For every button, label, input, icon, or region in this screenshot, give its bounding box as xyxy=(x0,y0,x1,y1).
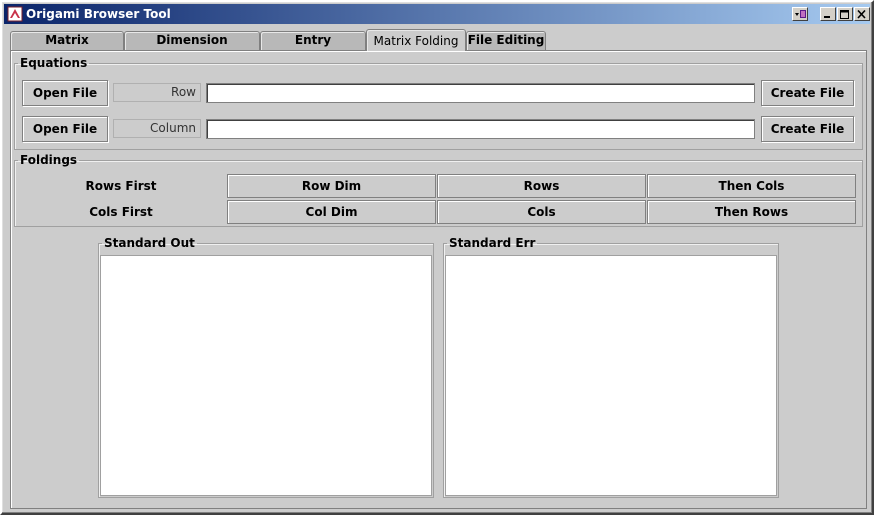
tab-matrix-folding[interactable]: Matrix Folding xyxy=(366,29,466,51)
window-title: Origami Browser Tool xyxy=(26,7,171,21)
standard-out-legend: Standard Out xyxy=(104,236,195,250)
create-row-file-button[interactable]: Create File xyxy=(761,80,854,106)
row-equation-input[interactable] xyxy=(206,83,755,103)
col-dim-button[interactable]: Col Dim xyxy=(227,200,436,224)
open-row-file-button[interactable]: Open File xyxy=(22,80,108,106)
tab-dimension-definition[interactable]: Dimension Definition xyxy=(124,31,260,64)
column-equation-input[interactable] xyxy=(206,119,755,139)
maximize-icon xyxy=(840,10,849,19)
foldings-legend: Foldings xyxy=(20,153,78,167)
standard-out-textarea[interactable] xyxy=(100,255,432,496)
cols-button[interactable]: Cols xyxy=(437,200,646,224)
origami-app-icon xyxy=(7,6,23,22)
equations-legend: Equations xyxy=(20,56,88,70)
close-button[interactable] xyxy=(854,7,870,21)
create-column-file-button[interactable]: Create File xyxy=(761,116,854,142)
matrix-folding-panel: Equations Open File Row Create File Open… xyxy=(10,50,867,509)
title-bar[interactable]: Origami Browser Tool xyxy=(4,4,870,24)
tab-entry-definition[interactable]: Entry Definition xyxy=(260,31,366,64)
cols-first-label: Cols First xyxy=(89,205,153,219)
window-menu-button[interactable] xyxy=(792,7,808,21)
column-field-label: Column xyxy=(113,119,201,138)
app-window: Origami Browser Tool Matrix Def xyxy=(0,0,874,515)
standard-err-textarea[interactable] xyxy=(445,255,777,496)
maximize-button[interactable] xyxy=(837,7,853,21)
open-column-file-button[interactable]: Open File xyxy=(22,116,108,142)
tab-matrix-definition[interactable]: Matrix Definition xyxy=(10,31,124,64)
row-dim-button[interactable]: Row Dim xyxy=(227,174,436,198)
rows-button[interactable]: Rows xyxy=(437,174,646,198)
then-cols-button[interactable]: Then Cols xyxy=(647,174,856,198)
minimize-icon xyxy=(824,16,830,18)
standard-err-legend: Standard Err xyxy=(449,236,536,250)
row-field-label: Row xyxy=(113,83,201,102)
rows-first-label: Rows First xyxy=(85,179,157,193)
close-icon xyxy=(857,10,866,19)
menu-arrow-icon xyxy=(795,10,806,18)
then-rows-button[interactable]: Then Rows xyxy=(647,200,856,224)
tab-file-editing[interactable]: File Editing xyxy=(466,31,546,50)
minimize-button[interactable] xyxy=(820,7,836,21)
